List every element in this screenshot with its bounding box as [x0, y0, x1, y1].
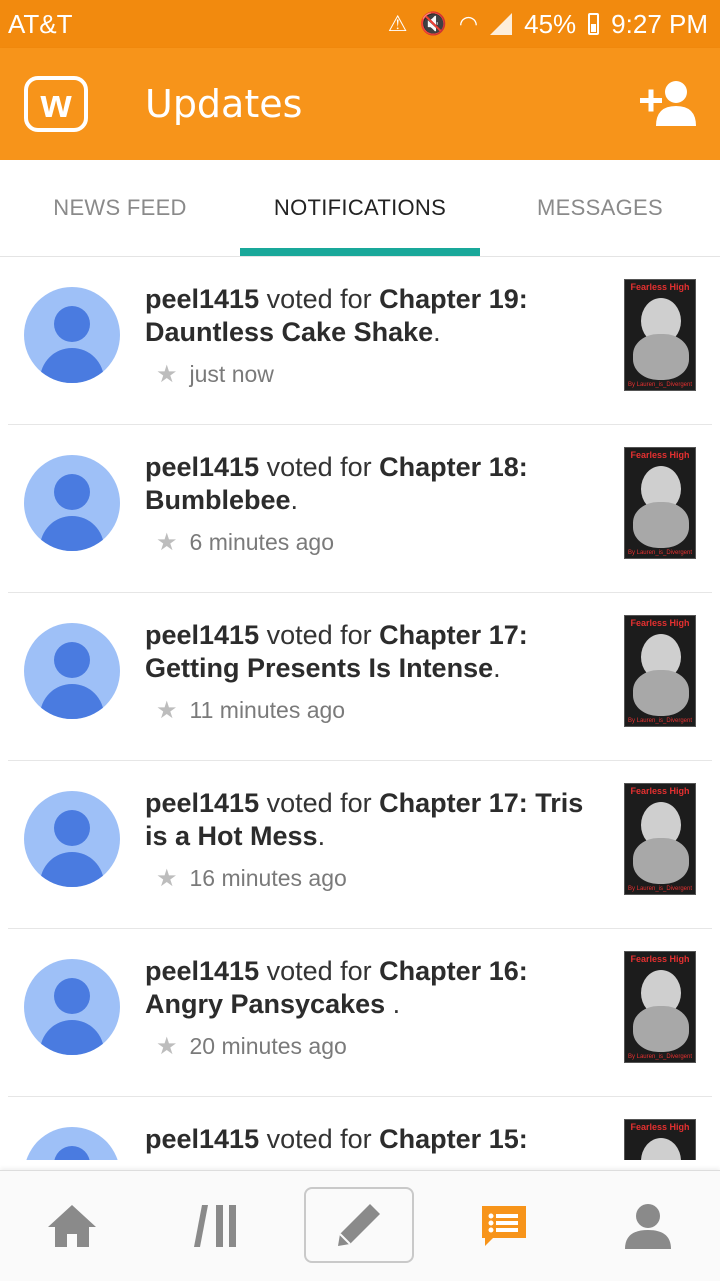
notification-text: peel1415 voted for Chapter 16: Angry Pan…	[145, 956, 528, 1019]
signal-icon	[490, 13, 513, 35]
star-icon: ★	[156, 1033, 178, 1060]
star-icon: ★	[156, 529, 178, 556]
tab-notifications[interactable]: NOTIFICATIONS	[240, 160, 480, 256]
tab-bar: NEWS FEED NOTIFICATIONS MESSAGES	[0, 160, 720, 257]
add-friend-icon[interactable]	[640, 78, 696, 128]
notification-text: peel1415 voted for Chapter 15:	[145, 1124, 528, 1154]
pencil-icon	[338, 1204, 380, 1246]
notification-item[interactable]: peel1415 voted for Chapter 17: Getting P…	[8, 593, 712, 761]
username[interactable]: peel1415	[145, 620, 259, 650]
avatar[interactable]	[24, 287, 120, 383]
tab-news-feed[interactable]: NEWS FEED	[0, 160, 240, 256]
nav-write[interactable]	[304, 1187, 414, 1263]
star-icon: ★	[156, 697, 178, 724]
tab-messages[interactable]: MESSAGES	[480, 160, 720, 256]
avatar[interactable]	[24, 455, 120, 551]
chapter-title[interactable]: Chapter 15:	[379, 1124, 528, 1154]
notification-item[interactable]: peel1415 voted for Chapter 18: Bumblebee…	[8, 425, 712, 593]
notification-item[interactable]: peel1415 voted for Chapter 16: Angry Pan…	[8, 929, 712, 1097]
nav-messages[interactable]	[432, 1171, 576, 1281]
book-cover[interactable]: Fearless HighBy Lauren_is_Divergent	[624, 279, 696, 391]
book-cover[interactable]: Fearless HighBy Lauren_is_Divergent	[624, 1119, 696, 1160]
avatar[interactable]	[24, 791, 120, 887]
library-icon	[194, 1205, 236, 1247]
active-tab-indicator	[240, 248, 480, 256]
wattpad-logo-icon[interactable]: w	[24, 76, 88, 132]
status-bar: AT&T ⚠ 🔇 ◠ 45% 9:27 PM	[0, 0, 720, 48]
nav-profile[interactable]	[576, 1171, 720, 1281]
star-icon: ★	[156, 865, 178, 892]
notification-text: peel1415 voted for Chapter 19: Dauntless…	[145, 284, 528, 347]
messages-icon	[482, 1206, 526, 1246]
notification-text: peel1415 voted for Chapter 17: Getting P…	[145, 620, 528, 683]
app-bar: w Updates	[0, 48, 720, 160]
notification-item[interactable]: peel1415 voted for Chapter 17: Tris is a…	[8, 761, 712, 929]
notification-item[interactable]: peel1415 voted for Chapter 19: Dauntless…	[8, 257, 712, 425]
clock: 9:27 PM	[611, 8, 708, 39]
book-cover[interactable]: Fearless HighBy Lauren_is_Divergent	[624, 447, 696, 559]
username[interactable]: peel1415	[145, 284, 259, 314]
timestamp: ★ 6 minutes ago	[156, 529, 334, 556]
notification-item[interactable]: peel1415 voted for Chapter 15: ★ Fearles…	[8, 1097, 712, 1160]
timestamp: ★ 20 minutes ago	[156, 1033, 347, 1060]
page-title: Updates	[145, 82, 303, 126]
bottom-navigation	[0, 1170, 720, 1281]
avatar[interactable]	[24, 1127, 120, 1160]
timestamp: ★ just now	[156, 361, 274, 388]
notification-text: peel1415 voted for Chapter 18: Bumblebee…	[145, 452, 528, 515]
book-cover[interactable]: Fearless HighBy Lauren_is_Divergent	[624, 951, 696, 1063]
battery-percent: 45%	[524, 8, 577, 39]
username[interactable]: peel1415	[145, 452, 259, 482]
timestamp: ★ 16 minutes ago	[156, 865, 347, 892]
avatar[interactable]	[24, 959, 120, 1055]
profile-icon	[625, 1204, 671, 1249]
username[interactable]: peel1415	[145, 1124, 259, 1154]
notification-text: peel1415 voted for Chapter 17: Tris is a…	[145, 788, 584, 851]
mute-icon: 🔇	[419, 11, 447, 36]
nav-home[interactable]	[0, 1171, 144, 1281]
notification-list[interactable]: peel1415 voted for Chapter 19: Dauntless…	[0, 257, 720, 1160]
timestamp: ★ 11 minutes ago	[156, 697, 346, 724]
avatar[interactable]	[24, 623, 120, 719]
star-icon: ★	[156, 361, 178, 388]
carrier-label: AT&T	[8, 8, 73, 39]
wifi-icon: ◠	[458, 11, 479, 36]
book-cover[interactable]: Fearless HighBy Lauren_is_Divergent	[624, 783, 696, 895]
alert-icon: ⚠	[387, 11, 408, 36]
status-icons: ⚠ 🔇 ◠ 45% 9:27 PM	[388, 9, 708, 40]
nav-library[interactable]	[144, 1171, 288, 1281]
home-icon	[48, 1205, 96, 1247]
book-cover[interactable]: Fearless HighBy Lauren_is_Divergent	[624, 615, 696, 727]
username[interactable]: peel1415	[145, 956, 259, 986]
battery-icon	[588, 13, 600, 35]
username[interactable]: peel1415	[145, 788, 259, 818]
